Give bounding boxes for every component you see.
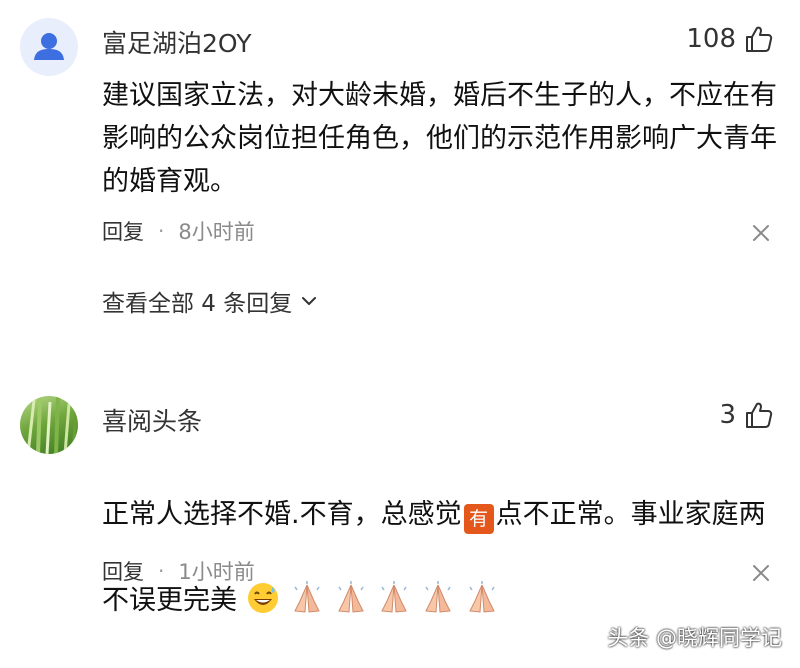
- view-all-replies-button[interactable]: 查看全部 4 条回复: [102, 284, 320, 318]
- watermark: 头条 @晓辉同学记: [607, 626, 782, 650]
- praying-hands-emoji-icon: [338, 581, 364, 613]
- praying-hands-emoji-icon: [294, 581, 320, 613]
- reply-button[interactable]: 回复: [102, 556, 144, 586]
- comment-meta: 回复 · 1小时前: [102, 556, 255, 586]
- like-count: 108: [686, 24, 736, 54]
- thumbs-up-icon: [746, 26, 773, 52]
- close-icon[interactable]: [750, 222, 772, 244]
- you-badge-icon: 有: [463, 504, 494, 534]
- comment-text-part: 不误更完美: [102, 585, 237, 616]
- comment-text-part: 点不正常。事业家庭两: [495, 499, 766, 530]
- user-avatar[interactable]: [20, 18, 78, 76]
- grass-photo-image: [26, 396, 78, 454]
- meta-separator: ·: [158, 219, 165, 243]
- like-count: 3: [719, 400, 736, 430]
- comment-meta: 回复 · 8小时前: [102, 216, 255, 246]
- comment-text: 建议国家立法，对大龄未婚，婚后不生子的人，不应在有 影响的公众岗位担任角色，他们…: [102, 80, 777, 197]
- like-button[interactable]: 108: [686, 24, 774, 54]
- comment-text-line: 正常人选择不婚.不育，总感觉有点不正常。事业家庭两: [102, 493, 792, 536]
- comment-time: 1小时前: [178, 560, 255, 584]
- praying-hands-emoji-icon: [381, 581, 408, 613]
- reply-button[interactable]: 回复: [102, 216, 144, 246]
- praying-hands-emoji-icon: [425, 581, 451, 613]
- comment-username[interactable]: 喜阅头条: [102, 402, 202, 438]
- user-silhouette-icon: [34, 33, 64, 60]
- chevron-down-icon: [302, 297, 317, 305]
- meta-separator: ·: [158, 559, 165, 583]
- like-button[interactable]: 3: [719, 400, 774, 430]
- comment-time: 8小时前: [178, 220, 255, 244]
- comment-item: 富足湖泊2OY 108 建议国家立法，对大龄未婚，婚后不生子的人，不应在有 影响…: [0, 0, 800, 330]
- thumbs-up-icon: [746, 402, 773, 428]
- view-all-replies-label: 查看全部 4 条回复: [102, 291, 293, 317]
- grinning-sweat-emoji-icon: [247, 583, 278, 613]
- comment-item: 喜阅头条 3 正常人选择不婚.不育，总感觉有点不正常。事业家庭两 不误更完美 回…: [0, 380, 800, 616]
- comment-text-part: 正常人选择不婚.不育，总感觉: [102, 499, 462, 530]
- comment-username[interactable]: 富足湖泊2OY: [102, 24, 252, 60]
- user-avatar[interactable]: [20, 396, 78, 454]
- close-icon[interactable]: [750, 562, 772, 584]
- praying-hands-emoji-icon: [468, 581, 495, 613]
